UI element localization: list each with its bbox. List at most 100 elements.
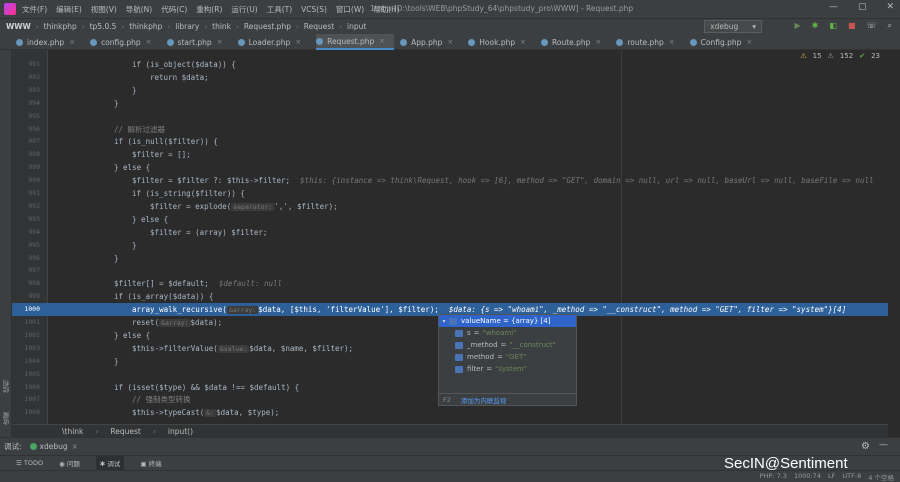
close-icon[interactable]: ✕ xyxy=(886,2,894,12)
menu-view[interactable]: 视图(V) xyxy=(91,4,117,15)
code-line[interactable]: 996} xyxy=(12,252,888,265)
line-number[interactable]: 999 xyxy=(14,161,40,174)
tab-route-php[interactable]: Route.php × xyxy=(541,34,610,50)
file-encoding[interactable]: UTF-8 xyxy=(842,472,861,482)
code-line[interactable]: 992 return $data; xyxy=(12,71,888,84)
close-icon[interactable]: × xyxy=(72,442,78,451)
minimize-icon[interactable]: — xyxy=(829,2,838,12)
tab-config2-php[interactable]: Config.php × xyxy=(689,34,762,50)
code-line[interactable]: 994} xyxy=(12,97,888,110)
menu-vcs[interactable]: VCS(S) xyxy=(301,5,327,14)
popup-item[interactable]: s = "whoami" xyxy=(439,327,576,339)
caret-position[interactable]: 1000:74 xyxy=(794,472,821,482)
breadcrumb-item[interactable]: thinkphp xyxy=(44,22,77,31)
menu-code[interactable]: 代码(C) xyxy=(161,4,187,15)
tab-index-php[interactable]: index.php × xyxy=(16,34,84,50)
add-inline-watch-link[interactable]: 添加为内联监视 xyxy=(461,395,507,405)
inline-debug-value[interactable]: $data: {s => "whoami", _method => "__con… xyxy=(449,305,846,314)
line-number[interactable]: 994 xyxy=(14,226,40,239)
line-number[interactable]: 993 xyxy=(14,213,40,226)
code-line[interactable]: 996 // 解析过滤器 xyxy=(12,123,888,136)
breadcrumb-item[interactable]: WWW xyxy=(6,22,31,31)
line-number[interactable]: 1004 xyxy=(14,355,40,368)
breadcrumb-namespace[interactable]: \think xyxy=(62,427,83,436)
line-number[interactable]: 1007 xyxy=(14,393,40,406)
todo-tool-button[interactable]: ☰ TODO xyxy=(16,459,43,467)
expand-down-icon[interactable]: ▾ xyxy=(439,318,449,325)
menu-run[interactable]: 运行(U) xyxy=(231,4,257,15)
line-number[interactable]: 993 xyxy=(14,84,40,97)
close-icon[interactable]: × xyxy=(746,38,752,46)
menu-navigate[interactable]: 导航(N) xyxy=(126,4,152,15)
debug-tool-button[interactable]: ✱ 调试 xyxy=(95,456,125,470)
tab-hook-php[interactable]: Hook.php × xyxy=(468,34,535,50)
line-number[interactable]: 1001 xyxy=(14,316,40,329)
php-version[interactable]: PHP: 7.3 xyxy=(760,472,787,482)
close-icon[interactable]: × xyxy=(595,38,601,46)
close-icon[interactable]: × xyxy=(295,38,301,46)
menu-edit[interactable]: 编辑(E) xyxy=(56,4,82,15)
line-number[interactable]: 995 xyxy=(14,239,40,252)
popup-item[interactable]: filter = "system" xyxy=(439,363,576,375)
code-line[interactable]: 998 $filter[] = $default; $default: null xyxy=(12,277,888,290)
line-number[interactable]: 998 xyxy=(14,148,40,161)
line-number[interactable]: 999 xyxy=(14,290,40,303)
coverage-icon[interactable]: ◧ xyxy=(829,21,837,31)
breadcrumb-method[interactable]: input() xyxy=(168,427,193,436)
inspection-widget[interactable]: ⚠ 15 ⚠ 152 ✔ 23 xyxy=(800,52,880,60)
debug-icon[interactable]: ✱ xyxy=(812,21,819,31)
stop-icon[interactable]: ■ xyxy=(848,21,856,31)
line-separator[interactable]: LF xyxy=(828,472,835,482)
breadcrumb-item[interactable]: Request.php xyxy=(244,22,291,31)
tab-config-php[interactable]: config.php × xyxy=(90,34,160,50)
breadcrumb-item[interactable]: tp5.0.5 xyxy=(90,22,117,31)
line-number[interactable]: 996 xyxy=(14,123,40,136)
tab-loader-php[interactable]: Loader.php × xyxy=(237,34,311,50)
code-line[interactable]: 995} xyxy=(12,239,888,252)
line-number[interactable]: 991 xyxy=(14,187,40,200)
line-number[interactable]: 997 xyxy=(14,264,40,277)
gear-icon[interactable]: ⚙ xyxy=(861,441,870,452)
breadcrumb-class[interactable]: Request xyxy=(110,427,140,436)
breadcrumb-item[interactable]: input xyxy=(347,22,366,31)
code-line[interactable]: 993} xyxy=(12,84,888,97)
close-icon[interactable]: × xyxy=(217,38,223,46)
line-number[interactable]: 990 xyxy=(14,174,40,187)
code-line[interactable]: 999} else { xyxy=(12,161,888,174)
terminal-tool-button[interactable]: ▣ 终端 xyxy=(140,458,161,468)
tab-start-php[interactable]: start.php × xyxy=(166,34,232,50)
code-line[interactable]: 998 $filter = []; xyxy=(12,148,888,161)
menu-file[interactable]: 文件(F) xyxy=(22,4,47,15)
structure-tool-label[interactable]: 结构 xyxy=(2,380,12,393)
line-number[interactable]: 1005 xyxy=(14,368,40,381)
close-icon[interactable]: × xyxy=(69,38,75,46)
line-number[interactable]: 1003 xyxy=(14,342,40,355)
listen-debug-icon[interactable]: ☏ xyxy=(867,21,877,31)
menu-refactor[interactable]: 重构(R) xyxy=(196,4,222,15)
maximize-icon[interactable]: ▢ xyxy=(858,2,867,12)
close-icon[interactable]: × xyxy=(146,38,152,46)
line-number[interactable]: 996 xyxy=(14,252,40,265)
close-icon[interactable]: × xyxy=(520,38,526,46)
menu-tools[interactable]: 工具(T) xyxy=(267,4,292,15)
popup-root-row[interactable]: ▾ valueName = {array} [4] xyxy=(439,315,576,327)
code-line[interactable]: 993} else { xyxy=(12,213,888,226)
code-line[interactable]: 994 $filter = (array) $filter; xyxy=(12,226,888,239)
popup-item[interactable]: _method = "__construct" xyxy=(439,339,576,351)
run-icon[interactable]: ▶ xyxy=(795,21,801,31)
line-number[interactable]: 1000 xyxy=(14,303,40,316)
tab-request-php[interactable]: Request.php × xyxy=(316,34,395,50)
code-line[interactable]: 995 xyxy=(12,110,888,123)
code-line[interactable]: 991 if (is_string($filter)) { xyxy=(12,187,888,200)
debug-session-tab[interactable]: xdebug × xyxy=(29,442,78,451)
popup-item[interactable]: method = "GET" xyxy=(439,351,576,363)
breadcrumb-item[interactable]: thinkphp xyxy=(129,22,162,31)
code-line[interactable]: 997 if (is_null($filter)) { xyxy=(12,135,888,148)
line-number[interactable]: 1002 xyxy=(14,329,40,342)
code-line[interactable]: 990 $filter = $filter ?: $this->filter; $t… xyxy=(12,174,888,187)
value-popup[interactable]: ▾ valueName = {array} [4] s = "whoami" _me… xyxy=(438,314,577,406)
code-line[interactable]: 999 if (is_array($data)) { xyxy=(12,290,888,303)
line-number[interactable]: 998 xyxy=(14,277,40,290)
line-number[interactable]: 994 xyxy=(14,97,40,110)
menu-window[interactable]: 窗口(W) xyxy=(336,4,364,15)
